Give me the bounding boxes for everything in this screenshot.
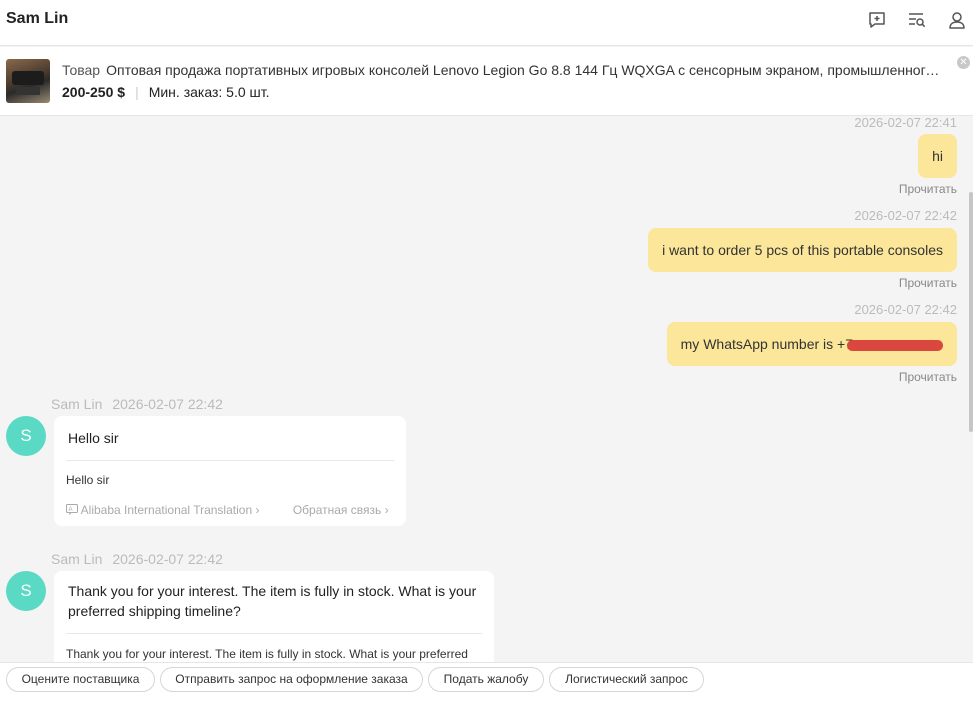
read-status: Прочитать <box>898 276 957 290</box>
close-icon[interactable]: ✕ <box>957 56 970 69</box>
add-chat-icon[interactable] <box>867 10 887 30</box>
message-list[interactable]: 2026-02-07 22:41 hi Прочитать 2026-02-07… <box>0 116 973 662</box>
scrollbar[interactable] <box>969 192 973 432</box>
chat-header: Sam Lin <box>0 0 973 46</box>
product-card[interactable]: Товар Оптовая продажа портативных игровых… <box>0 47 973 116</box>
rate-supplier-button[interactable]: Оцените поставщика <box>6 667 155 692</box>
sender-name: Sam Lin <box>51 551 103 567</box>
product-thumbnail[interactable] <box>6 59 50 103</box>
chevron-right-icon: › <box>384 503 389 517</box>
logistics-request-button[interactable]: Логистический запрос <box>549 667 704 692</box>
product-name[interactable]: Оптовая продажа портативных игровых конс… <box>106 62 942 78</box>
product-title-line[interactable]: Товар Оптовая продажа портативных игровых… <box>62 62 942 78</box>
message-timestamp: 2026-02-07 22:42 <box>112 396 223 412</box>
translator-link[interactable]: A Alibaba International Translation › <box>66 503 263 517</box>
my-message-bubble[interactable]: i want to order 5 pcs of this portable c… <box>648 228 957 272</box>
avatar[interactable]: S <box>6 416 46 456</box>
read-status: Прочитать <box>898 370 957 384</box>
avatar[interactable]: S <box>6 571 46 611</box>
message-timestamp: 2026-02-07 22:42 <box>112 551 223 567</box>
read-status: Прочитать <box>898 182 957 196</box>
contact-name: Sam Lin <box>6 10 69 27</box>
my-message-bubble[interactable]: hi <box>918 134 957 178</box>
message-text: Hello sir <box>68 430 119 446</box>
order-request-button[interactable]: Отправить запрос на оформление заказа <box>160 667 423 692</box>
sender-meta: Sam Lin 2026-02-07 22:42 <box>51 551 223 567</box>
translator-name: Alibaba International Translation <box>80 503 253 517</box>
sender-meta: Sam Lin 2026-02-07 22:42 <box>51 396 223 412</box>
quick-actions-bar: Оцените поставщика Отправить запрос на о… <box>0 662 973 703</box>
my-message-bubble[interactable]: my WhatsApp number is +7 <box>666 322 957 366</box>
their-message-card[interactable]: Hello sir Hello sir A Alibaba Internatio… <box>54 416 406 526</box>
their-message-card[interactable]: Thank you for your interest. The item is… <box>54 571 494 662</box>
message-timestamp: 2026-02-07 22:41 <box>854 116 957 130</box>
product-label: Товар <box>62 62 101 78</box>
message-timestamp: 2026-02-07 22:42 <box>854 208 957 223</box>
translate-icon: A <box>66 504 78 515</box>
message-timestamp: 2026-02-07 22:42 <box>854 302 957 317</box>
translated-text: Hello sir <box>66 473 110 487</box>
chevron-right-icon: › <box>255 503 260 517</box>
translated-text: Thank you for your interest. The item is… <box>66 647 468 661</box>
svg-text:A: A <box>69 507 73 513</box>
product-price-line: 200-250 $ | Мин. заказ: 5.0 шт. <box>62 84 270 100</box>
feedback-label: Обратная связь <box>292 503 382 517</box>
feedback-link[interactable]: Обратная связь › <box>293 503 389 517</box>
user-profile-icon[interactable] <box>947 10 967 30</box>
redaction-mark <box>847 339 943 351</box>
complaint-button[interactable]: Подать жалобу <box>428 667 544 692</box>
min-order: Мин. заказ: 5.0 шт. <box>148 84 270 100</box>
sender-name: Sam Lin <box>51 396 103 412</box>
my-message-text: my WhatsApp number is +7 <box>680 336 853 352</box>
product-price: 200-250 $ <box>62 84 126 100</box>
search-list-icon[interactable] <box>907 10 927 30</box>
message-text: Thank you for your interest. The item is… <box>68 583 477 619</box>
translation-footer: A Alibaba International Translation › Об… <box>66 489 394 525</box>
